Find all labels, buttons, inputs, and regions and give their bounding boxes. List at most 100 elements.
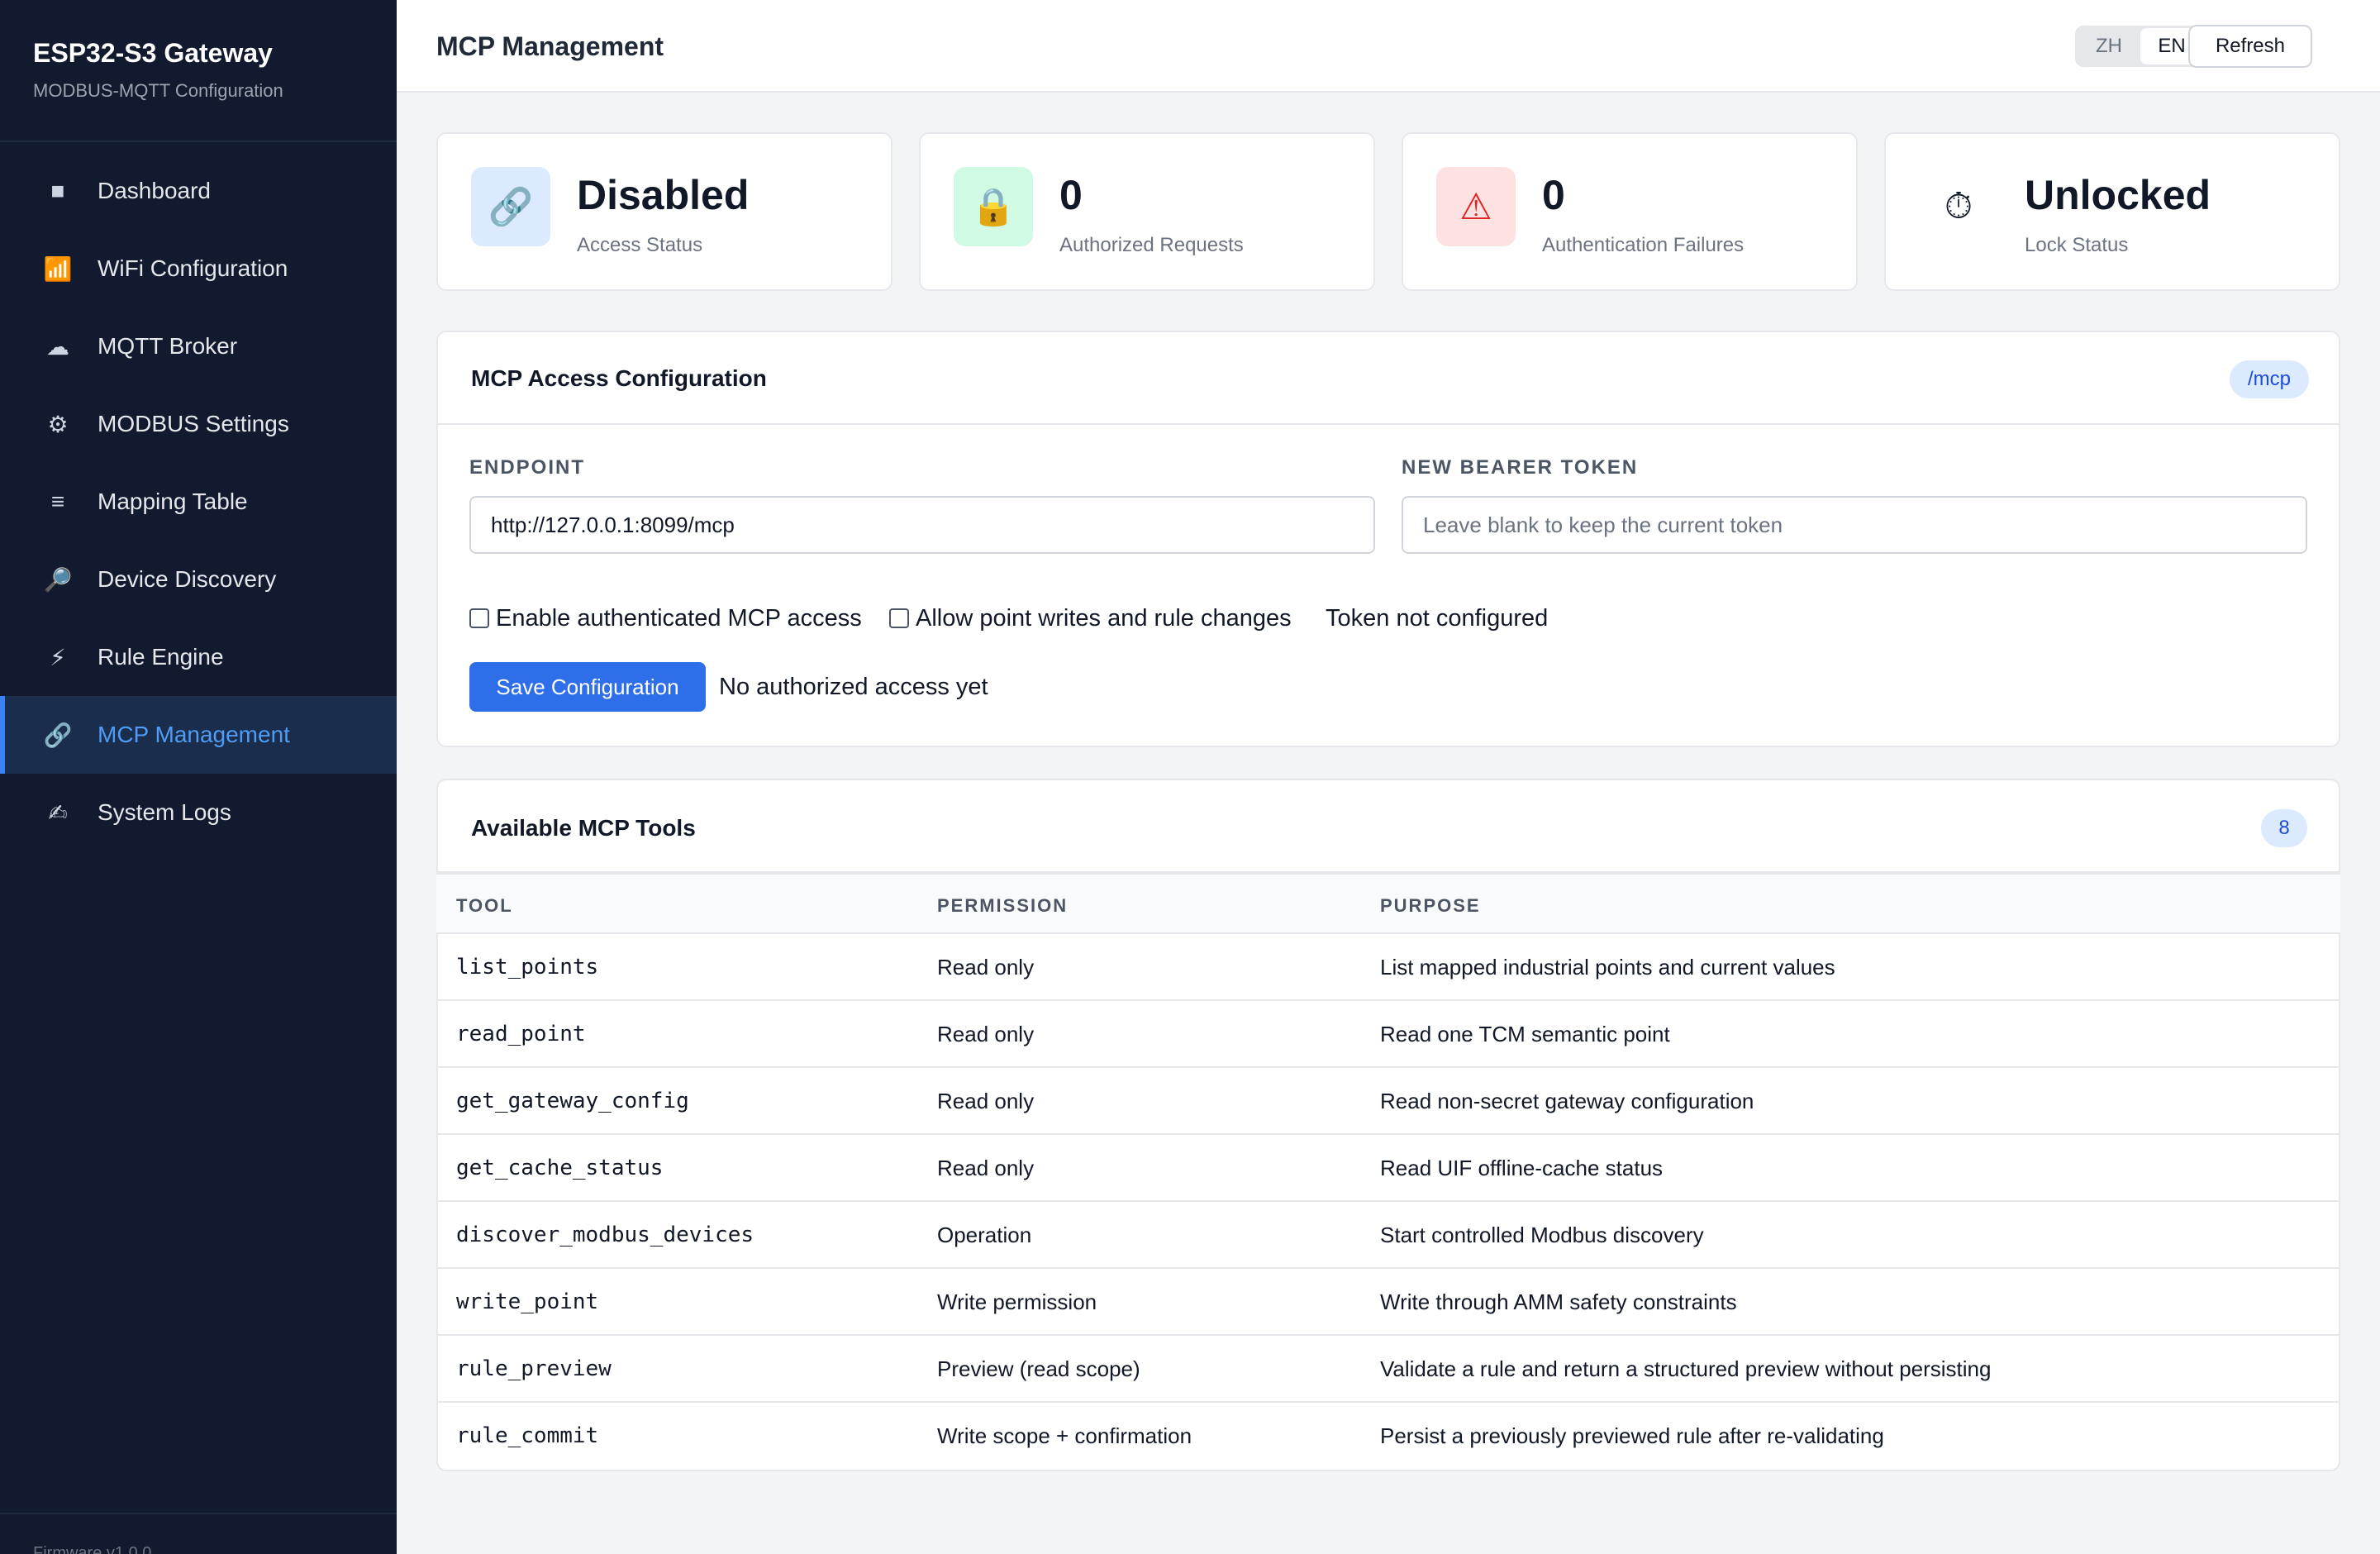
stat-label: Access Status <box>577 234 703 256</box>
tool-purpose: Validate a rule and return a structured … <box>1380 1356 1992 1381</box>
stats-row: 🔗 Disabled Access Status 🔒 0 Authorized … <box>436 132 2340 291</box>
brand: ESP32-S3 Gateway MODBUS-MQTT Configurati… <box>0 0 397 142</box>
writing-hand-icon: ✍ <box>48 799 68 826</box>
bearer-token-label: NEW BEARER TOKEN <box>1402 456 1639 479</box>
sidebar-item-wifi[interactable]: 📶 WiFi Configuration <box>0 230 397 307</box>
stat-card-auth-failures: ⚠ 0 Authentication Failures <box>1402 132 1858 291</box>
tool-permission: Operation <box>937 1223 1032 1247</box>
tool-purpose: List mapped industrial points and curren… <box>1380 955 1835 980</box>
enable-mcp-label: Enable authenticated MCP access <box>496 604 862 632</box>
tool-permission: Read only <box>937 955 1035 980</box>
table-row: write_point Write permission Write throu… <box>436 1269 2340 1336</box>
bearer-token-input[interactable] <box>1402 496 2307 554</box>
refresh-button[interactable]: Refresh <box>2188 25 2312 68</box>
lock-icon: 🔒 <box>954 167 1033 246</box>
lightning-icon: ⚡ <box>50 644 66 670</box>
enable-mcp-checkbox-row[interactable]: Enable authenticated MCP access <box>469 602 862 635</box>
sidebar-item-label: System Logs <box>98 799 231 825</box>
stat-card-access-status: 🔗 Disabled Access Status <box>436 132 892 291</box>
stat-value: Unlocked <box>2025 172 2211 218</box>
tool-permission: Read only <box>937 1156 1035 1180</box>
gear-icon: ⚙ <box>47 411 69 437</box>
tool-name: get_gateway_config <box>456 1089 689 1113</box>
wifi-signal-icon: 📶 <box>43 255 73 282</box>
tool-purpose: Read non-secret gateway configuration <box>1380 1089 1754 1113</box>
enable-mcp-checkbox[interactable] <box>469 608 489 628</box>
sidebar-item-rules[interactable]: ⚡ Rule Engine <box>0 618 397 696</box>
allow-writes-label: Allow point writes and rule changes <box>916 604 1292 632</box>
save-configuration-button[interactable]: Save Configuration <box>469 662 706 712</box>
sidebar-item-discovery[interactable]: 🔎 Device Discovery <box>0 541 397 618</box>
app-subtitle: MODBUS-MQTT Configuration <box>33 80 283 101</box>
tool-permission: Write scope + confirmation <box>937 1423 1192 1448</box>
allow-writes-checkbox[interactable] <box>889 608 909 628</box>
stat-card-lock-status: ⏱ Unlocked Lock Status <box>1884 132 2340 291</box>
tool-count-badge: 8 <box>2261 809 2307 847</box>
stat-label: Lock Status <box>2025 234 2129 256</box>
stat-card-authorized-requests: 🔒 0 Authorized Requests <box>919 132 1375 291</box>
firmware-version: Firmware v1.0.0 <box>0 1513 397 1554</box>
sidebar-item-logs[interactable]: ✍ System Logs <box>0 774 397 851</box>
tool-purpose: Persist a previously previewed rule afte… <box>1380 1423 1884 1448</box>
tool-name: discover_modbus_devices <box>456 1223 754 1247</box>
tool-name: list_points <box>456 955 599 980</box>
lang-zh-button[interactable]: ZH <box>2078 28 2140 64</box>
table-row: get_cache_status Read only Read UIF offl… <box>436 1135 2340 1202</box>
sidebar-item-dashboard[interactable]: ■ Dashboard <box>0 152 397 230</box>
top-header: MCP Management ZH EN Refresh <box>397 0 2380 93</box>
sidebar-item-mcp[interactable]: 🔗 MCP Management <box>0 696 397 774</box>
sidebar-item-modbus[interactable]: ⚙ MODBUS Settings <box>0 385 397 463</box>
tool-purpose: Read UIF offline-cache status <box>1380 1156 1664 1180</box>
endpoint-label: ENDPOINT <box>469 456 586 479</box>
tool-permission: Read only <box>937 1089 1035 1113</box>
tool-purpose: Write through AMM safety constraints <box>1380 1289 1737 1314</box>
panel-title: Available MCP Tools <box>471 815 696 841</box>
sidebar-item-label: MQTT Broker <box>98 333 238 359</box>
tools-table-header: TOOL PERMISSION PURPOSE <box>436 873 2340 934</box>
sidebar-item-label: Mapping Table <box>98 489 248 514</box>
stat-value: 0 <box>1542 172 1565 218</box>
stat-value: 0 <box>1059 172 1083 218</box>
column-header-purpose: PURPOSE <box>1380 895 1481 916</box>
table-row: rule_commit Write scope + confirmation P… <box>436 1403 2340 1470</box>
tool-name: read_point <box>456 1022 586 1046</box>
sidebar-item-label: MODBUS Settings <box>98 411 289 436</box>
panel-header: Available MCP Tools 8 <box>438 780 2339 873</box>
sidebar-item-label: WiFi Configuration <box>98 255 288 281</box>
sidebar-item-mapping[interactable]: ≡ Mapping Table <box>0 463 397 541</box>
sidebar-item-label: MCP Management <box>98 722 290 747</box>
column-header-tool: TOOL <box>456 895 513 916</box>
cloud-icon: ☁ <box>46 333 69 360</box>
sidebar-item-mqtt[interactable]: ☁ MQTT Broker <box>0 307 397 385</box>
dashboard-icon: ■ <box>50 178 65 203</box>
table-row: list_points Read only List mapped indust… <box>436 934 2340 1001</box>
allow-writes-checkbox-row[interactable]: Allow point writes and rule changes <box>889 602 1292 635</box>
tool-purpose: Read one TCM semantic point <box>1380 1022 1670 1046</box>
sidebar-item-label: Device Discovery <box>98 566 277 592</box>
tool-name: rule_preview <box>456 1356 612 1381</box>
table-row: read_point Read only Read one TCM semant… <box>436 1001 2340 1068</box>
sidebar-nav: ■ Dashboard 📶 WiFi Configuration ☁ MQTT … <box>0 142 397 851</box>
warning-icon: ⚠ <box>1436 167 1516 246</box>
sidebar-item-label: Dashboard <box>98 178 211 203</box>
stat-value: Disabled <box>577 172 750 218</box>
token-status: Token not configured <box>1326 604 1549 632</box>
magnifier-icon: 🔎 <box>43 566 73 593</box>
table-row: discover_modbus_devices Operation Start … <box>436 1202 2340 1269</box>
panel-header: MCP Access Configuration /mcp <box>438 332 2339 425</box>
app-title: ESP32-S3 Gateway <box>33 38 273 68</box>
tool-name: get_cache_status <box>456 1156 664 1180</box>
link-icon: 🔗 <box>471 167 550 246</box>
endpoint-input[interactable] <box>469 496 1375 554</box>
stat-label: Authentication Failures <box>1542 234 1745 256</box>
table-row: get_gateway_config Read only Read non-se… <box>436 1068 2340 1135</box>
endpoint-path-badge: /mcp <box>2230 360 2309 398</box>
tool-purpose: Start controlled Modbus discovery <box>1380 1223 1704 1247</box>
panel-title: MCP Access Configuration <box>471 365 767 391</box>
access-status-text: No authorized access yet <box>719 674 988 700</box>
link-icon: 🔗 <box>43 722 73 748</box>
tool-name: rule_commit <box>456 1423 599 1448</box>
table-row: rule_preview Preview (read scope) Valida… <box>436 1336 2340 1403</box>
tool-permission: Preview (read scope) <box>937 1356 1140 1381</box>
page-title: MCP Management <box>436 31 664 61</box>
